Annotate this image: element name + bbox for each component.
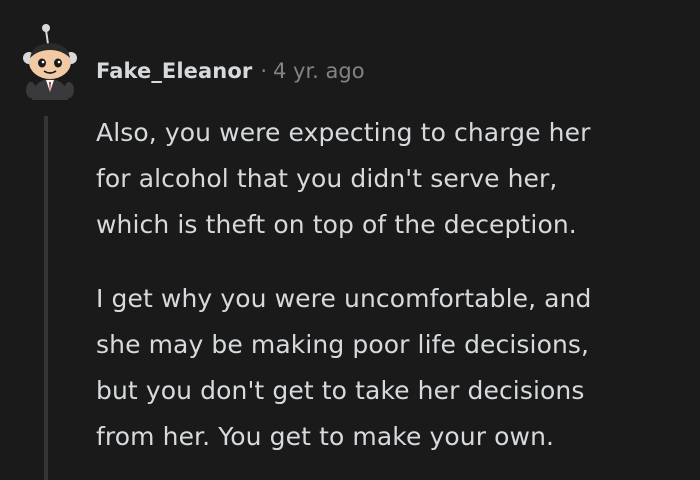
snoo-avatar-icon [23, 24, 77, 100]
user-avatar[interactable] [18, 22, 82, 100]
text-line: from her. You get to make your own. [96, 422, 555, 451]
comment-paragraph-2: I get why you were uncomfortable, and sh… [96, 276, 686, 460]
username-link[interactable]: Fake_Eleanor [96, 59, 252, 83]
text-line: for alcohol that you didn't serve her, [96, 164, 558, 193]
text-line: which is theft on top of the deception. [96, 210, 577, 239]
text-line: she may be making poor life decisions, [96, 330, 590, 359]
text-line: Also, you were expecting to charge her [96, 118, 591, 147]
text-line: I get why you were uncomfortable, and [96, 284, 592, 313]
meta-separator: · [260, 59, 268, 83]
text-line: but you don't get to take her decisions [96, 376, 585, 405]
thread-collapse-line[interactable] [44, 116, 48, 480]
comment-body: Also, you were expecting to charge her f… [96, 110, 686, 460]
comment-meta: Fake_Eleanor · 4 yr. ago [96, 54, 365, 88]
comment: Fake_Eleanor · 4 yr. ago Also, you were … [0, 0, 700, 480]
comment-timestamp[interactable]: 4 yr. ago [273, 59, 365, 83]
comment-paragraph-1: Also, you were expecting to charge her f… [96, 110, 686, 248]
